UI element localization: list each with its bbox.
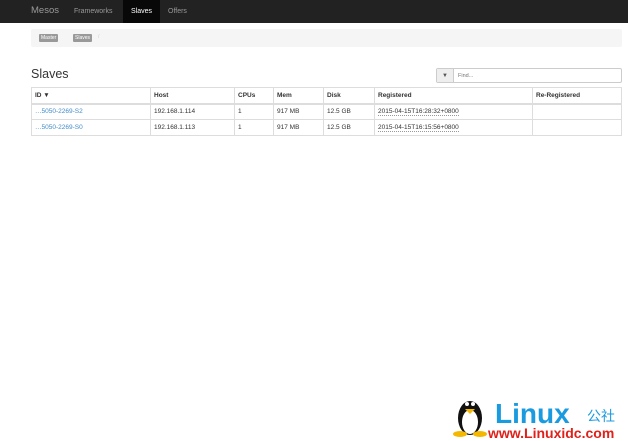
brand[interactable]: Mesos <box>31 5 59 16</box>
col-cpus[interactable]: CPUs <box>234 87 274 105</box>
nav-slaves[interactable]: Slaves <box>123 0 160 23</box>
col-id[interactable]: ID ▼ <box>31 87 151 105</box>
col-host[interactable]: Host <box>150 87 235 105</box>
slaves-table: ID ▼ Host CPUs Mem Disk Registered Re-Re… <box>31 87 622 136</box>
breadcrumb-master[interactable]: Master <box>39 34 59 42</box>
filter-icon: ▼ <box>437 69 454 82</box>
watermark-logo: Linux 公社 www.Linuxidc.com <box>453 398 615 440</box>
slave-id-link[interactable]: …5050-2269-S2 <box>35 108 83 115</box>
mem: 917 MB <box>273 103 324 120</box>
breadcrumb: Master / Slaves <box>31 29 622 47</box>
svg-text:www.Linuxidc.com: www.Linuxidc.com <box>487 425 614 440</box>
cpus: 1 <box>234 119 274 136</box>
nav-frameworks[interactable]: Frameworks <box>67 0 120 23</box>
slave-id-link[interactable]: …5050-2269-S0 <box>35 124 83 131</box>
page-title: Slaves <box>31 67 69 81</box>
breadcrumb-slaves[interactable]: Slaves <box>73 34 93 42</box>
col-disk[interactable]: Disk <box>323 87 375 105</box>
disk: 12.5 GB <box>323 103 375 120</box>
reregistered <box>532 119 622 136</box>
registered: 2015-04-15T16:15:56+0800 <box>378 124 459 132</box>
table-row: …5050-2269-S0 192.168.1.113 1 917 MB 12.… <box>31 119 622 136</box>
col-reregistered[interactable]: Re-Registered <box>532 87 622 105</box>
filter-group: ▼ <box>436 68 622 83</box>
host: 192.168.1.113 <box>150 119 235 136</box>
nav-offers[interactable]: Offers <box>161 0 194 23</box>
filter-input[interactable] <box>454 69 621 82</box>
host: 192.168.1.114 <box>150 103 235 120</box>
cpus: 1 <box>234 103 274 120</box>
mem: 917 MB <box>273 119 324 136</box>
col-mem[interactable]: Mem <box>273 87 324 105</box>
svg-text:公社: 公社 <box>587 409 615 425</box>
penguin-icon <box>453 401 487 437</box>
reregistered <box>532 103 622 120</box>
col-registered[interactable]: Registered <box>374 87 533 105</box>
breadcrumb-separator: / <box>98 34 100 40</box>
disk: 12.5 GB <box>323 119 375 136</box>
registered: 2015-04-15T16:28:32+0800 <box>378 108 459 117</box>
navbar: Mesos Frameworks Slaves Offers <box>0 0 628 23</box>
table-row: …5050-2269-S2 192.168.1.114 1 917 MB 12.… <box>31 103 622 120</box>
